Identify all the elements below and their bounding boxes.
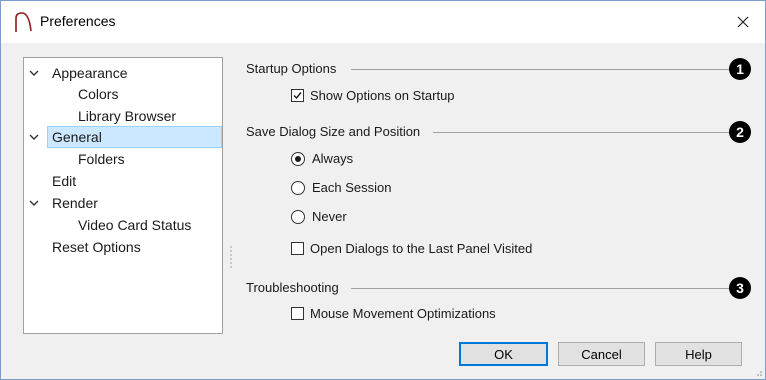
app-icon <box>15 12 32 32</box>
resize-grip-icon[interactable] <box>753 367 763 377</box>
window-title: Preferences <box>40 13 116 29</box>
tree-item-library-browser[interactable]: Library Browser <box>78 105 176 127</box>
group-divider <box>351 69 736 70</box>
radio-button[interactable] <box>291 209 305 224</box>
checkmark-icon <box>293 92 302 100</box>
chevron-down-icon[interactable] <box>27 126 41 148</box>
chevron-down-icon[interactable] <box>27 192 41 214</box>
radio-never-label: Never <box>312 209 347 224</box>
radio-button[interactable] <box>291 151 305 166</box>
preferences-dialog: Preferences Appearance Colors Library Br… <box>0 0 766 380</box>
close-icon <box>737 16 749 28</box>
tree-item-reset-options[interactable]: Reset Options <box>52 236 141 258</box>
chevron-down-icon[interactable] <box>27 62 41 84</box>
callout-badge-2: 2 <box>729 121 751 143</box>
dialog-body: Appearance Colors Library Browser Genera… <box>1 43 765 379</box>
tree-item-edit[interactable]: Edit <box>52 170 76 192</box>
help-button[interactable]: Help <box>655 342 742 366</box>
splitter-grip-icon[interactable] <box>229 243 233 273</box>
mouse-movement-label: Mouse Movement Optimizations <box>310 306 496 321</box>
ok-button[interactable]: OK <box>459 342 548 366</box>
show-options-on-startup-checkbox[interactable]: Show Options on Startup <box>291 88 455 103</box>
radio-button[interactable] <box>291 180 305 195</box>
radio-never[interactable]: Never <box>291 209 347 224</box>
tree-item-render[interactable]: Render <box>52 192 98 214</box>
radio-each-session[interactable]: Each Session <box>291 180 392 195</box>
group-divider <box>351 288 736 289</box>
radio-always[interactable]: Always <box>291 151 353 166</box>
radio-selected-dot <box>295 155 301 162</box>
tree-item-general[interactable]: General <box>47 126 222 148</box>
mouse-movement-optimizations-checkbox[interactable]: Mouse Movement Optimizations <box>291 306 496 321</box>
tree-item-colors[interactable]: Colors <box>78 83 118 105</box>
save-dialog-heading: Save Dialog Size and Position <box>246 124 421 139</box>
radio-each-session-label: Each Session <box>312 180 392 195</box>
troubleshooting-heading: Troubleshooting <box>246 280 339 295</box>
tree-item-appearance[interactable]: Appearance <box>52 62 128 84</box>
cancel-button[interactable]: Cancel <box>558 342 645 366</box>
title-bar: Preferences <box>1 1 765 43</box>
radio-always-label: Always <box>312 151 354 166</box>
open-last-panel-label: Open Dialogs to the Last Panel Visited <box>310 241 533 256</box>
show-options-label: Show Options on Startup <box>310 88 455 103</box>
group-divider <box>433 132 736 133</box>
checkbox-box[interactable] <box>291 89 304 102</box>
callout-badge-3: 3 <box>729 277 751 299</box>
checkbox-box[interactable] <box>291 307 304 320</box>
close-button[interactable] <box>721 1 765 43</box>
tree-item-folders[interactable]: Folders <box>78 148 125 170</box>
callout-badge-1: 1 <box>729 58 751 80</box>
checkbox-box[interactable] <box>291 242 304 255</box>
startup-options-heading: Startup Options <box>246 61 337 76</box>
category-tree[interactable]: Appearance Colors Library Browser Genera… <box>23 57 223 334</box>
open-last-panel-checkbox[interactable]: Open Dialogs to the Last Panel Visited <box>291 241 532 256</box>
tree-item-video-card-status[interactable]: Video Card Status <box>78 214 191 236</box>
